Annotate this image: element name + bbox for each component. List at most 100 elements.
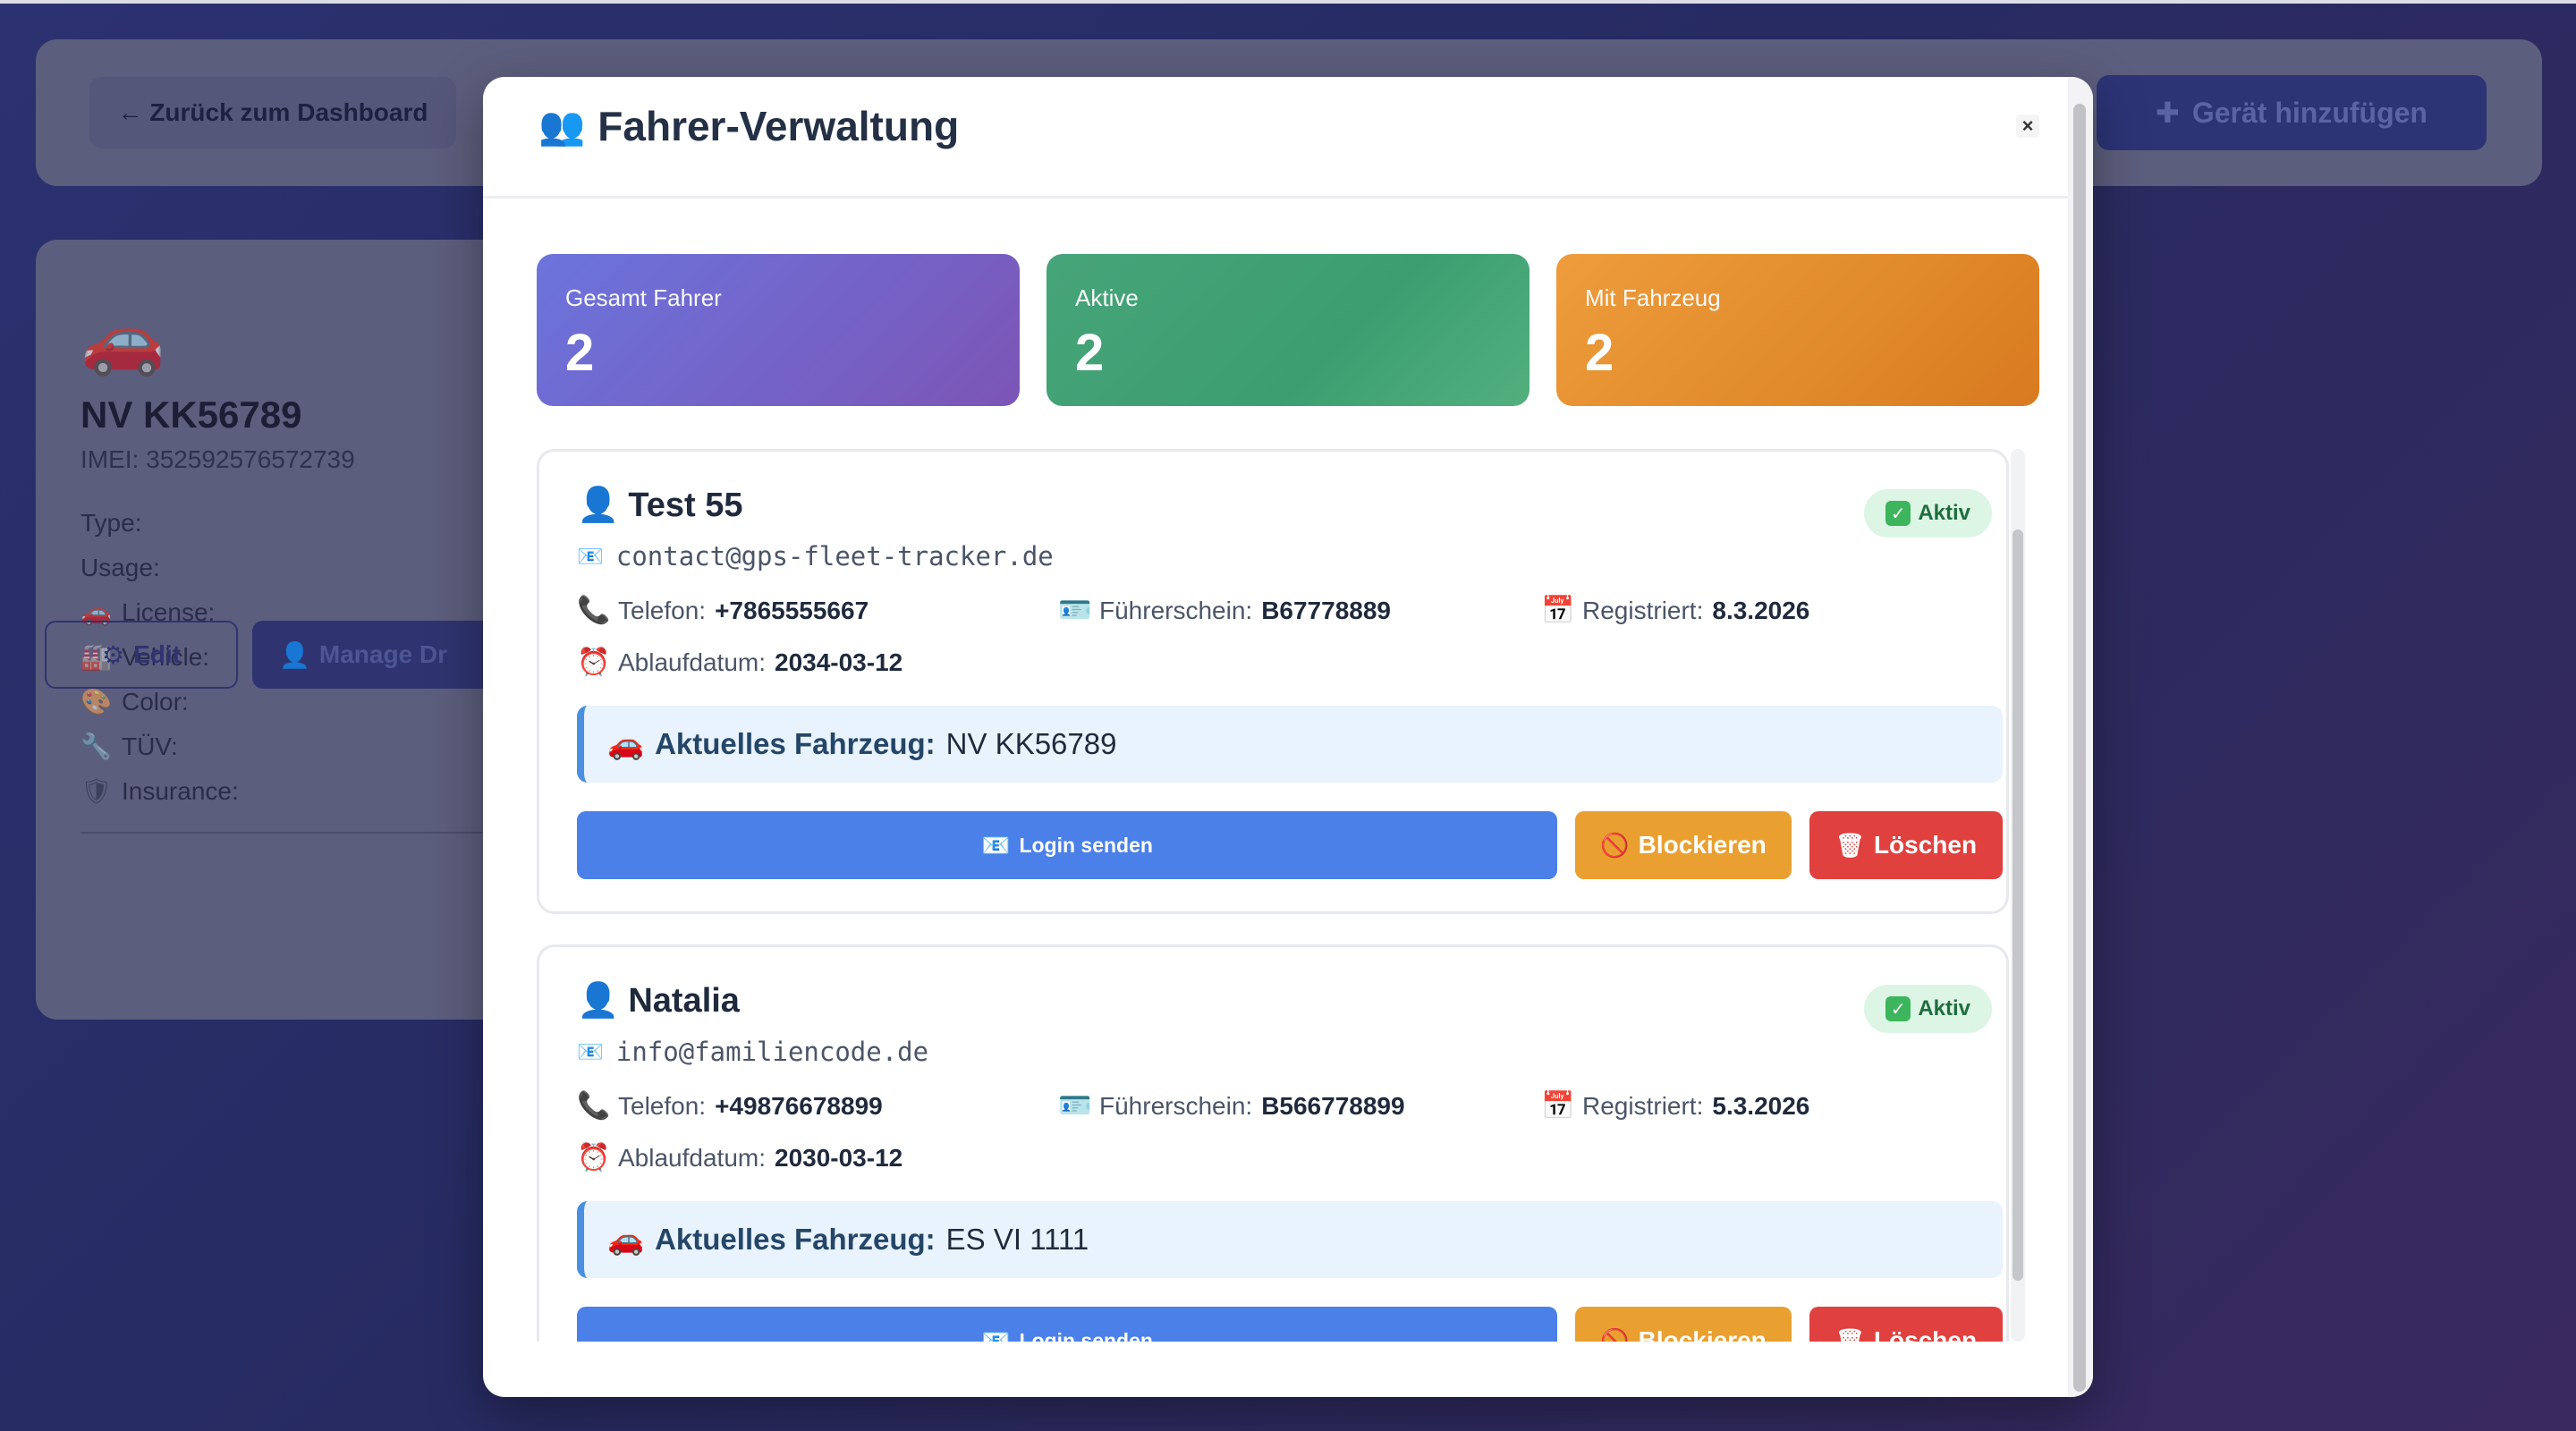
expiry-field: ⏰ Ablaufdatum: 2030-03-12 — [577, 1142, 902, 1173]
stat-vehicle-value: 2 — [1585, 324, 1614, 382]
car-icon: 🚗 — [607, 726, 645, 760]
close-button[interactable]: × — [2016, 114, 2039, 138]
driver-card: 👤 Natalia ✓ Aktiv 📧 info@familiencode.de… — [537, 944, 2009, 1342]
email-icon: 📧 — [981, 1326, 1011, 1342]
stat-active-drivers: Aktive 2 — [1046, 254, 1530, 406]
delete-label: Löschen — [1873, 831, 1978, 859]
status-badge: ✓ Aktiv — [1864, 489, 1992, 538]
modal-scrollbar-thumb[interactable] — [2073, 104, 2086, 1392]
license-value: B67778889 — [1261, 596, 1391, 624]
car-icon: 🚗 — [607, 1222, 645, 1256]
license-field: 🪪 Führerschein: B566778899 — [1058, 1090, 1405, 1122]
send-login-button[interactable]: 📧 Login senden — [577, 811, 1557, 879]
modal-header: 👥 Fahrer-Verwaltung × — [483, 77, 2068, 199]
alarm-clock-icon: ⏰ — [577, 1143, 611, 1173]
person-icon: 👤 — [577, 487, 620, 524]
license-label: Führerschein: — [1099, 596, 1253, 624]
prohibited-icon: 🚫 — [1600, 1326, 1630, 1342]
edit-device-button[interactable]: ⚙ Edit — [45, 621, 238, 689]
license-value: B566778899 — [1261, 1091, 1405, 1120]
expiry-value: 2030-03-12 — [775, 1143, 903, 1172]
phone-value: +49876678899 — [715, 1091, 883, 1120]
id-card-icon: 🪪 — [1058, 596, 1092, 625]
calendar-icon: 📅 — [1541, 596, 1575, 625]
stat-active-value: 2 — [1075, 324, 1105, 382]
manage-label: Manage Dr — [318, 640, 448, 668]
alarm-clock-icon: ⏰ — [577, 648, 611, 677]
driver-email: 📧 contact@gps-fleet-tracker.de — [577, 541, 1054, 572]
expiry-label: Ablaufdatum: — [618, 648, 766, 676]
calendar-icon: 📅 — [1541, 1091, 1575, 1121]
driver-name: 👤 Natalia — [577, 981, 740, 1020]
send-login-button[interactable]: 📧 Login senden — [577, 1307, 1557, 1342]
person-icon: 👤 — [577, 982, 620, 1020]
driver-actions: 📧 Login senden 🚫 Blockieren 🗑 Löschen — [577, 811, 2003, 879]
driver-email-text: info@familiencode.de — [615, 1037, 929, 1067]
current-vehicle-value: ES VI 1111 — [945, 1223, 1089, 1256]
device-plate: NV KK56789 — [80, 394, 302, 436]
block-button[interactable]: 🚫 Blockieren — [1575, 811, 1792, 879]
phone-icon: 📞 — [577, 1091, 611, 1121]
registered-value: 8.3.2026 — [1712, 596, 1810, 624]
stat-total-value: 2 — [565, 324, 595, 382]
block-button[interactable]: 🚫 Blockieren — [1575, 1307, 1792, 1342]
delete-button[interactable]: 🗑 Löschen — [1809, 811, 2003, 879]
phone-field: 📞 Telefon: +7865555667 — [577, 595, 869, 626]
add-device-label: Gerät hinzufügen — [2191, 96, 2428, 129]
phone-icon: 📞 — [577, 596, 611, 625]
wrench-icon: 🔧 — [80, 732, 112, 760]
device-imei: IMEI: 352592576572739 — [80, 445, 355, 473]
phone-label: Telefon: — [618, 596, 707, 624]
driver-email: 📧 info@familiencode.de — [577, 1037, 928, 1067]
current-vehicle-label: Aktuelles Fahrzeug: — [655, 1223, 936, 1256]
block-label: Blockieren — [1638, 1326, 1767, 1342]
trash-icon: 🗑 — [1835, 1326, 1865, 1342]
current-vehicle-label: Aktuelles Fahrzeug: — [655, 727, 936, 760]
expiry-value: 2034-03-12 — [775, 648, 903, 676]
modal-title: 👥 Fahrer-Verwaltung — [538, 102, 959, 150]
person-icon: 👤 — [279, 640, 310, 669]
registered-field: 📅 Registriert: 8.3.2026 — [1541, 595, 1809, 626]
field-type-label: Type: — [80, 509, 142, 537]
driver-actions: 📧 Login senden 🚫 Blockieren 🗑 Löschen — [577, 1307, 2003, 1342]
expiry-label: Ablaufdatum: — [618, 1143, 766, 1172]
driver-list[interactable]: 👤 Test 55 ✓ Aktiv 📧 contact@gps-fleet-tr… — [537, 449, 2057, 1342]
current-vehicle: 🚗 Aktuelles Fahrzeug: NV KK56789 — [577, 706, 2003, 783]
email-icon: 📧 — [577, 544, 604, 569]
status-badge: ✓ Aktiv — [1864, 985, 1992, 1033]
stat-total-label: Gesamt Fahrer — [565, 284, 722, 311]
field-type: Type: — [80, 501, 239, 546]
license-label: Führerschein: — [1099, 1091, 1253, 1120]
driver-name-text: Natalia — [628, 981, 740, 1020]
send-login-label: Login senden — [1019, 833, 1153, 857]
phone-label: Telefon: — [618, 1091, 707, 1120]
prohibited-icon: 🚫 — [1600, 831, 1630, 859]
list-scrollbar-thumb[interactable] — [2012, 529, 2023, 1281]
driver-email-text: contact@gps-fleet-tracker.de — [615, 541, 1054, 572]
delete-button[interactable]: 🗑 Löschen — [1809, 1307, 2003, 1342]
car-icon: 🚗 — [80, 301, 165, 377]
registered-label: Registriert: — [1582, 1091, 1704, 1120]
stat-active-label: Aktive — [1075, 284, 1139, 311]
status-text: Aktiv — [1918, 996, 1970, 1020]
driver-info-row: ⏰ Ablaufdatum: 2030-03-12 — [577, 1142, 1972, 1181]
driver-name-text: Test 55 — [628, 486, 743, 524]
driver-info-row: ⏰ Ablaufdatum: 2034-03-12 — [577, 647, 1972, 686]
top-border — [0, 0, 2576, 4]
delete-label: Löschen — [1873, 1326, 1978, 1342]
license-field: 🪪 Führerschein: B67778889 — [1058, 595, 1391, 626]
current-vehicle-value: NV KK56789 — [945, 727, 1117, 760]
check-icon: ✓ — [1885, 996, 1911, 1021]
back-to-dashboard-button[interactable]: ← Zurück zum Dashboard — [89, 77, 456, 148]
phone-value: +7865555667 — [715, 596, 869, 624]
edit-label: Edit — [133, 640, 181, 668]
check-icon: ✓ — [1885, 501, 1911, 526]
add-device-button[interactable]: ✚ Gerät hinzufügen — [2097, 75, 2487, 150]
registered-value: 5.3.2026 — [1712, 1091, 1810, 1120]
stat-total-drivers: Gesamt Fahrer 2 — [537, 254, 1020, 406]
field-insurance: 🛡 Insurance: — [80, 769, 239, 814]
field-usage-label: Usage: — [80, 554, 160, 581]
field-tuv-label: TÜV: — [122, 732, 178, 760]
expiry-field: ⏰ Ablaufdatum: 2034-03-12 — [577, 647, 902, 678]
id-card-icon: 🪪 — [1058, 1091, 1092, 1121]
